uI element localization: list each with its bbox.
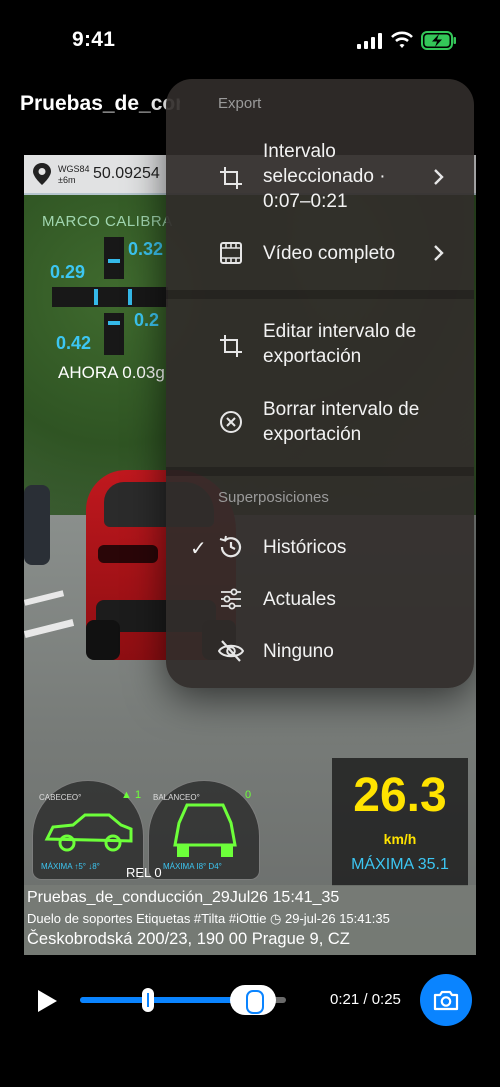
tilt-marker: [108, 259, 120, 263]
eye-slash-icon: [218, 640, 244, 662]
play-icon[interactable]: [36, 989, 58, 1013]
label-line: exportación: [263, 346, 362, 367]
pitch-max: MÁXIMA ↑5° ↓8°: [41, 862, 100, 871]
menu-item-overlay-historic[interactable]: ✓ Históricos: [166, 531, 474, 565]
label-line: Borrar intervalo de: [263, 399, 420, 420]
menu-item-label: Vídeo completo: [263, 243, 396, 264]
menu-item-overlay-current[interactable]: Actuales: [166, 583, 474, 617]
export-menu: Export Intervalo seleccionado · 0:07–0:2…: [166, 79, 474, 688]
menu-item-label: Editar intervalo de exportación: [263, 319, 416, 369]
wifi-icon: [391, 31, 413, 48]
menu-item-selected-interval[interactable]: Intervalo seleccionado · 0:07–0:21: [166, 137, 474, 217]
tilt-marker: [128, 289, 132, 305]
menu-separator: [166, 467, 474, 476]
video-info: Pruebas_de_conducción_29Jul26 15:41_35 D…: [24, 885, 476, 955]
checkmark-icon: ✓: [190, 538, 207, 560]
pitch-label: CABECEO°: [39, 793, 82, 802]
menu-item-label: Históricos: [263, 537, 347, 558]
chevron-right-icon: [434, 245, 444, 261]
menu-item-edit-interval[interactable]: Editar intervalo de exportación: [166, 317, 474, 371]
rel-label: REL 0: [126, 865, 162, 880]
label-line: Editar intervalo de: [263, 321, 417, 342]
menu-item-label: Intervalo seleccionado · 0:07–0:21: [263, 139, 386, 214]
signal-icon: [357, 33, 382, 49]
gps-coordinates: 50.09254: [93, 165, 160, 182]
car-side-icon: [44, 813, 133, 852]
car-front-icon: [173, 803, 237, 857]
tilt-bar-bottom: [104, 313, 124, 355]
location-pin-icon: [33, 163, 51, 185]
crop-icon: [220, 167, 242, 189]
camera-icon: [433, 990, 459, 1011]
video-filename: Pruebas_de_conducción_29Jul26 15:41_35: [27, 889, 340, 906]
scrubber-progress: [80, 997, 254, 1003]
sliders-icon: [221, 588, 241, 610]
label-line: Intervalo: [263, 141, 336, 162]
chevron-right-icon: [434, 169, 444, 185]
tilt-bar-top: [104, 237, 124, 279]
gps-datum-label: WGS84: [58, 164, 90, 174]
status-bar: 9:41: [0, 0, 500, 80]
tilt-marker: [108, 321, 120, 325]
menu-item-label: Ninguno: [263, 641, 334, 662]
roll-max: MÁXIMA I8° D4°: [163, 862, 222, 871]
battery-charging-icon: [421, 31, 456, 50]
overlays-header: Superposiciones: [218, 489, 329, 506]
gps-accuracy: ±6m: [58, 175, 76, 185]
menu-item-label: Borrar intervalo de exportación: [263, 397, 419, 447]
roll-value: 0: [245, 789, 252, 801]
menu-item-clear-interval[interactable]: Borrar intervalo de exportación: [166, 395, 474, 449]
nav-title: Pruebas_de_conducción: [20, 92, 180, 115]
label-line: seleccionado ·: [263, 166, 386, 187]
parked-car: [24, 485, 50, 565]
menu-item-full-video[interactable]: Vídeo completo: [166, 237, 474, 273]
car-tire: [86, 620, 120, 660]
roll-gauge: BALANCEO° 0 MÁXIMA I8° D4°: [148, 780, 260, 880]
video-address: Českobrodská 200/23, 190 00 Prague 9, CZ: [27, 930, 350, 948]
video-tags: Duelo de soportes Etiquetas #Tilta #iOtt…: [27, 911, 390, 926]
tilt-value-left: 0.29: [50, 262, 86, 282]
gps-datum: WGS84 ±6m: [58, 164, 90, 186]
speed-value: 26.3: [353, 769, 447, 822]
current-g-label: AHORA 0.03g: [58, 363, 165, 382]
film-icon: [220, 242, 242, 264]
clear-circle-icon: [220, 411, 242, 433]
pitch-value: ▲ 1: [121, 789, 142, 801]
snapshot-button[interactable]: [420, 974, 472, 1026]
frame-calibration-label: MARCO CALIBRA: [42, 213, 173, 230]
tilt-value-top: 0.32: [128, 239, 164, 259]
export-header: Export: [218, 95, 262, 112]
tilt-marker: [94, 289, 98, 305]
scrubber-knob[interactable]: [230, 985, 277, 1015]
car-taillight: [98, 545, 158, 563]
speed-unit: km/h: [383, 831, 417, 847]
tilt-bar-horizontal: [52, 287, 168, 307]
menu-item-overlay-none[interactable]: Ninguno: [166, 635, 474, 669]
menu-item-label: Actuales: [263, 589, 336, 610]
history-icon: [219, 535, 242, 558]
menu-separator: [166, 290, 474, 299]
speed-panel: 26.3 km/h MÁXIMA 35.1: [332, 758, 468, 886]
speed-max: MÁXIMA 35.1: [351, 856, 449, 873]
tilt-value-bottom: 0.42: [56, 333, 92, 353]
timecode: 0:21 / 0:25: [330, 991, 401, 1008]
label-line: exportación: [263, 424, 362, 445]
crop-icon: [220, 335, 242, 357]
status-time: 9:41: [72, 28, 116, 51]
tilt-value-right: 0.2: [134, 310, 160, 330]
label-line: 0:07–0:21: [263, 191, 348, 212]
interval-start-handle[interactable]: [142, 988, 154, 1012]
